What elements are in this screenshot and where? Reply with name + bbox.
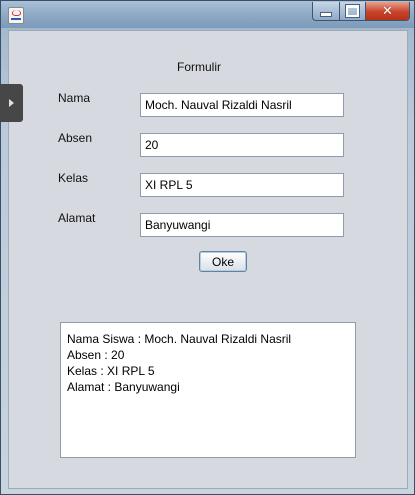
form-title: Formulir [177, 60, 221, 74]
nama-field[interactable] [140, 93, 344, 117]
kelas-field[interactable] [140, 173, 344, 197]
maximize-button[interactable] [340, 2, 366, 21]
output-line-kelas: Kelas : XI RPL 5 [67, 364, 155, 378]
maximize-icon [345, 4, 360, 18]
output-line-alamat: Alamat : Banyuwangi [67, 380, 180, 394]
close-icon: ✕ [382, 3, 393, 19]
output-line-nama: Nama Siswa : Moch. Nauval Rizaldi Nasril [67, 332, 292, 346]
minimize-button[interactable] [312, 2, 340, 21]
title-bar[interactable]: ✕ [1, 1, 414, 28]
minimize-icon [320, 11, 332, 17]
label-nama: Nama [58, 91, 91, 105]
oke-button[interactable]: Oke [199, 251, 247, 272]
output-textarea[interactable]: Nama Siswa : Moch. Nauval Rizaldi Nasril… [60, 322, 356, 458]
label-kelas: Kelas [58, 171, 89, 185]
java-app-icon[interactable] [8, 7, 24, 24]
close-button[interactable]: ✕ [366, 2, 410, 21]
side-expand-tab[interactable] [0, 84, 23, 122]
output-line-absen: Absen : 20 [67, 348, 125, 362]
label-absen: Absen [58, 131, 93, 145]
absen-field[interactable] [140, 133, 344, 157]
window-controls: ✕ [312, 2, 410, 21]
alamat-field[interactable] [140, 213, 344, 237]
label-alamat: Alamat [58, 211, 96, 225]
